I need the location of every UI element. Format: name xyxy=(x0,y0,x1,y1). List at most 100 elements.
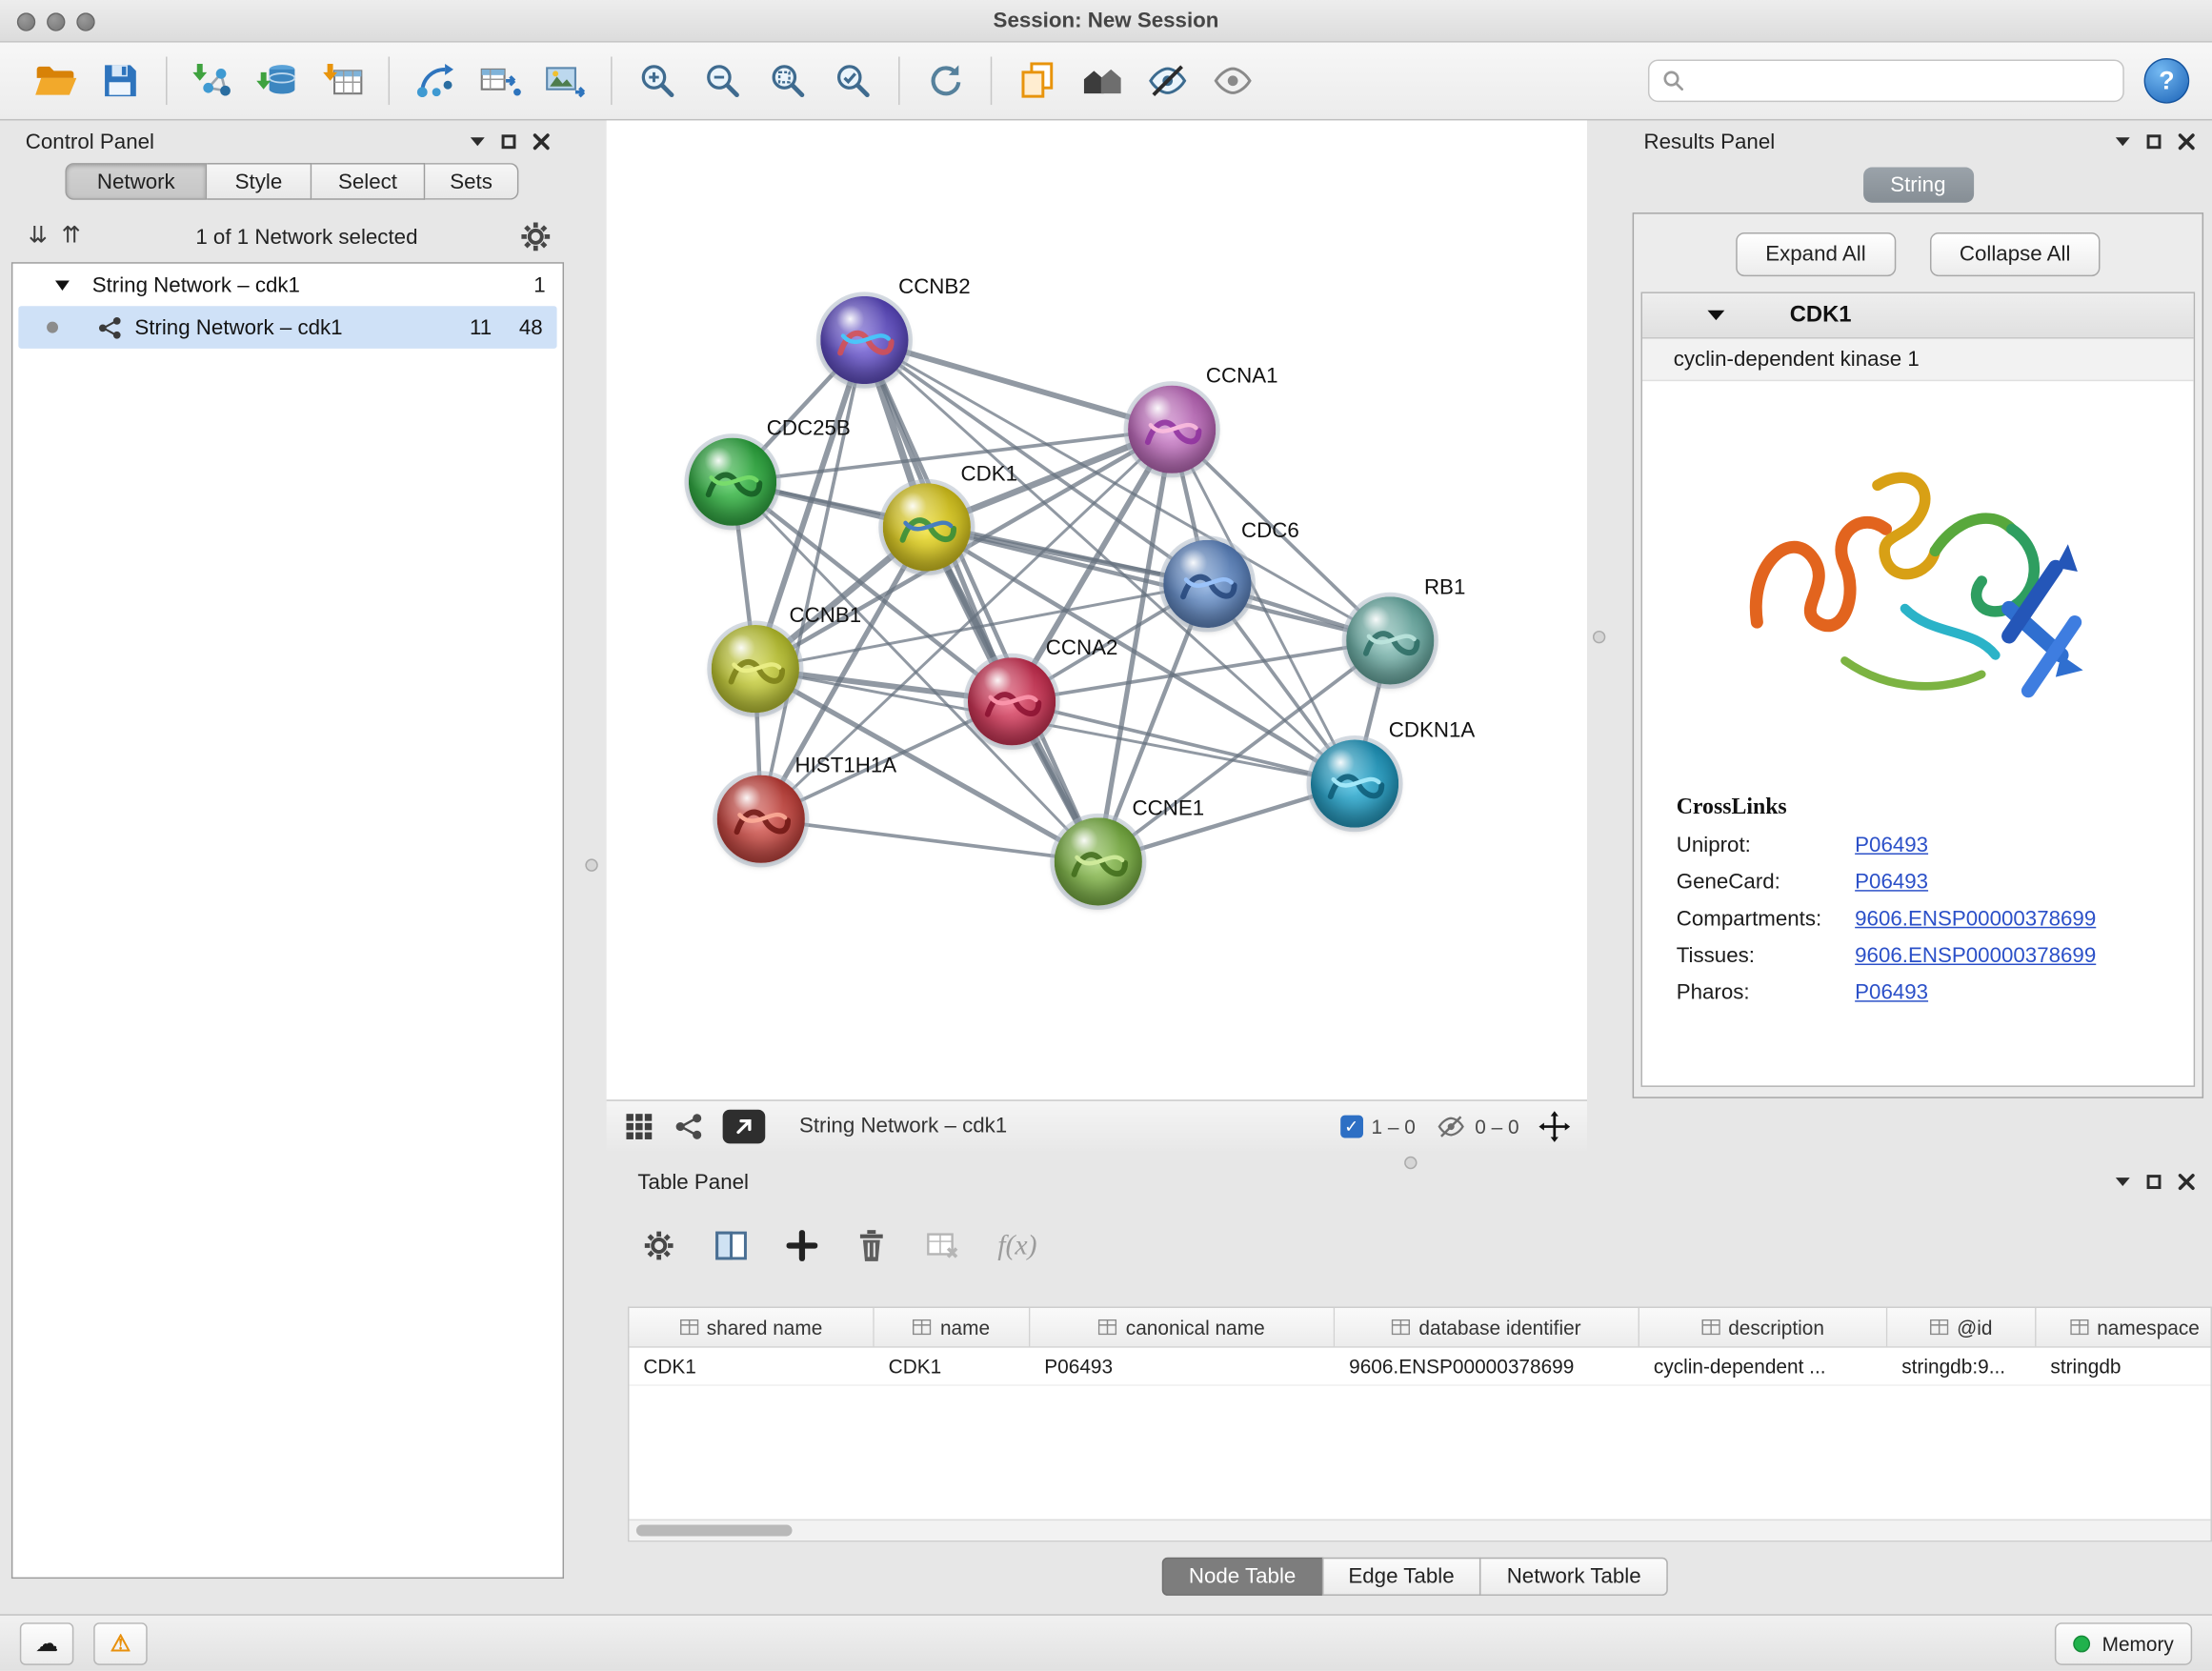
cloud-status-button[interactable]: ☁ xyxy=(20,1621,74,1664)
tab-sets[interactable]: Sets xyxy=(425,163,518,200)
crosslink-genecard-link[interactable]: P06493 xyxy=(1855,870,1928,894)
toolbar-search-field[interactable] xyxy=(1648,59,2124,102)
column-header-name[interactable]: name xyxy=(875,1308,1031,1346)
import-network-database-button[interactable] xyxy=(245,50,310,111)
node-result-header[interactable]: CDK1 xyxy=(1642,293,2194,339)
tab-select[interactable]: Select xyxy=(312,163,425,200)
import-network-file-button[interactable] xyxy=(180,50,245,111)
vertical-splitter-handle-right[interactable] xyxy=(1593,631,1605,643)
copy-document-button[interactable] xyxy=(1005,50,1070,111)
network-canvas[interactable]: CCNB2CCNA1CDC25BCDK1CDC6RB1CCNB1CCNA2CDK… xyxy=(607,120,1587,1099)
network-overview-icon[interactable] xyxy=(674,1112,703,1140)
create-column-plus-icon[interactable] xyxy=(787,1230,818,1261)
tab-node-table[interactable]: Node Table xyxy=(1162,1558,1323,1596)
minimize-window-button[interactable] xyxy=(47,12,65,30)
tab-style[interactable]: Style xyxy=(207,163,312,200)
network-edge[interactable] xyxy=(864,340,1097,861)
column-header-canonical-name[interactable]: canonical name xyxy=(1030,1308,1335,1346)
close-panel-icon[interactable] xyxy=(533,133,550,151)
table-cell[interactable]: cyclin-dependent ... xyxy=(1639,1348,1887,1385)
home-button[interactable] xyxy=(1070,50,1135,111)
table-cell[interactable]: CDK1 xyxy=(875,1348,1031,1385)
crosslink-compartments-link[interactable]: 9606.ENSP00000378699 xyxy=(1855,907,2096,931)
network-collection-row[interactable]: String Network – cdk1 1 xyxy=(12,264,562,307)
float-panel-icon[interactable] xyxy=(2147,1175,2162,1189)
node-cdkn1a[interactable] xyxy=(1311,739,1398,827)
float-panel-icon[interactable] xyxy=(2147,134,2162,149)
panel-menu-icon[interactable] xyxy=(2116,1178,2130,1186)
network-edge[interactable] xyxy=(761,819,1098,862)
zoom-window-button[interactable] xyxy=(76,12,94,30)
zoom-out-button[interactable] xyxy=(690,50,754,111)
export-image-button[interactable] xyxy=(533,50,597,111)
column-header-shared-name[interactable]: shared name xyxy=(629,1308,874,1346)
expand-all-button[interactable]: Expand All xyxy=(1736,232,1896,276)
apply-layout-button[interactable] xyxy=(913,50,977,111)
float-panel-icon[interactable] xyxy=(502,134,516,149)
collapse-all-networks-icon[interactable]: ⇊ xyxy=(29,226,48,249)
tab-string[interactable]: String xyxy=(1862,168,1973,203)
memory-button[interactable]: Memory xyxy=(2056,1621,2193,1664)
tab-network[interactable]: Network xyxy=(65,163,207,200)
network-from-table-button[interactable] xyxy=(468,50,533,111)
panel-menu-icon[interactable] xyxy=(471,137,485,146)
crosslink-tissues-link[interactable]: 9606.ENSP00000378699 xyxy=(1855,944,2096,968)
table-cell[interactable]: CDK1 xyxy=(629,1348,874,1385)
column-header-database-identifier[interactable]: database identifier xyxy=(1335,1308,1639,1346)
expand-all-networks-icon[interactable]: ⇈ xyxy=(62,226,81,249)
scrollbar-thumb[interactable] xyxy=(636,1525,793,1537)
node-ccne1[interactable] xyxy=(1055,817,1142,905)
zoom-fit-button[interactable] xyxy=(755,50,820,111)
crosslink-pharos-link[interactable]: P06493 xyxy=(1855,980,1928,1004)
table-cell[interactable]: stringdb xyxy=(2037,1348,2212,1385)
close-window-button[interactable] xyxy=(17,12,35,30)
collapse-all-button[interactable]: Collapse All xyxy=(1930,232,2101,276)
hide-selected-button[interactable] xyxy=(1135,50,1199,111)
show-selected-button[interactable] xyxy=(1200,50,1265,111)
panel-menu-icon[interactable] xyxy=(2116,137,2130,146)
selected-checkbox-icon[interactable]: ✓ xyxy=(1340,1115,1363,1137)
birds-eye-view-icon[interactable] xyxy=(624,1110,655,1141)
warnings-button[interactable]: ⚠ xyxy=(93,1621,148,1664)
node-ccnb2[interactable] xyxy=(820,296,908,384)
node-ccna2[interactable] xyxy=(968,657,1056,745)
node-ccnb1[interactable] xyxy=(712,625,799,713)
tree-expand-icon[interactable] xyxy=(55,280,70,290)
node-cdc6[interactable] xyxy=(1163,540,1251,628)
table-cell[interactable]: stringdb:9... xyxy=(1887,1348,2036,1385)
zoom-in-button[interactable] xyxy=(625,50,690,111)
column-header-namespace[interactable]: namespace xyxy=(2037,1308,2212,1346)
node-rb1[interactable] xyxy=(1346,596,1434,684)
table-row[interactable]: CDK1CDK1P064939606.ENSP00000378699cyclin… xyxy=(629,1348,2210,1386)
open-session-button[interactable] xyxy=(23,50,88,111)
column-header--id[interactable]: @id xyxy=(1887,1308,2036,1346)
center-view-crosshair-icon[interactable] xyxy=(1538,1110,1570,1141)
tab-edge-table[interactable]: Edge Table xyxy=(1321,1558,1481,1596)
table-cell[interactable]: 9606.ENSP00000378699 xyxy=(1335,1348,1639,1385)
node-cdk1[interactable] xyxy=(883,483,971,571)
network-edge[interactable] xyxy=(761,340,865,819)
tab-network-table[interactable]: Network Table xyxy=(1479,1558,1668,1596)
zoom-selected-button[interactable] xyxy=(820,50,885,111)
node-cdc25b[interactable] xyxy=(689,438,776,526)
delete-column-trash-icon[interactable] xyxy=(855,1229,887,1263)
save-session-button[interactable] xyxy=(88,50,152,111)
network-edge[interactable] xyxy=(864,340,1172,430)
help-button[interactable]: ? xyxy=(2144,58,2190,104)
crosslink-uniprot-link[interactable]: P06493 xyxy=(1855,834,1928,857)
table-options-gear-icon[interactable] xyxy=(642,1229,676,1263)
search-input[interactable] xyxy=(1694,68,2110,93)
table-cell[interactable]: P06493 xyxy=(1030,1348,1335,1385)
close-panel-icon[interactable] xyxy=(2178,1174,2195,1191)
node-ccna1[interactable] xyxy=(1128,386,1216,473)
import-table-button[interactable] xyxy=(311,50,375,111)
new-network-button[interactable] xyxy=(402,50,467,111)
network-row-selected[interactable]: String Network – cdk1 11 48 xyxy=(18,306,556,349)
close-panel-icon[interactable] xyxy=(2178,133,2195,151)
network-options-gear-icon[interactable] xyxy=(518,220,553,254)
node-hist1h1a[interactable] xyxy=(717,775,805,863)
vertical-splitter-handle[interactable] xyxy=(585,858,597,871)
open-in-new-window-button[interactable] xyxy=(723,1109,766,1143)
column-header-description[interactable]: description xyxy=(1639,1308,1887,1346)
section-collapse-icon[interactable] xyxy=(1707,311,1724,320)
